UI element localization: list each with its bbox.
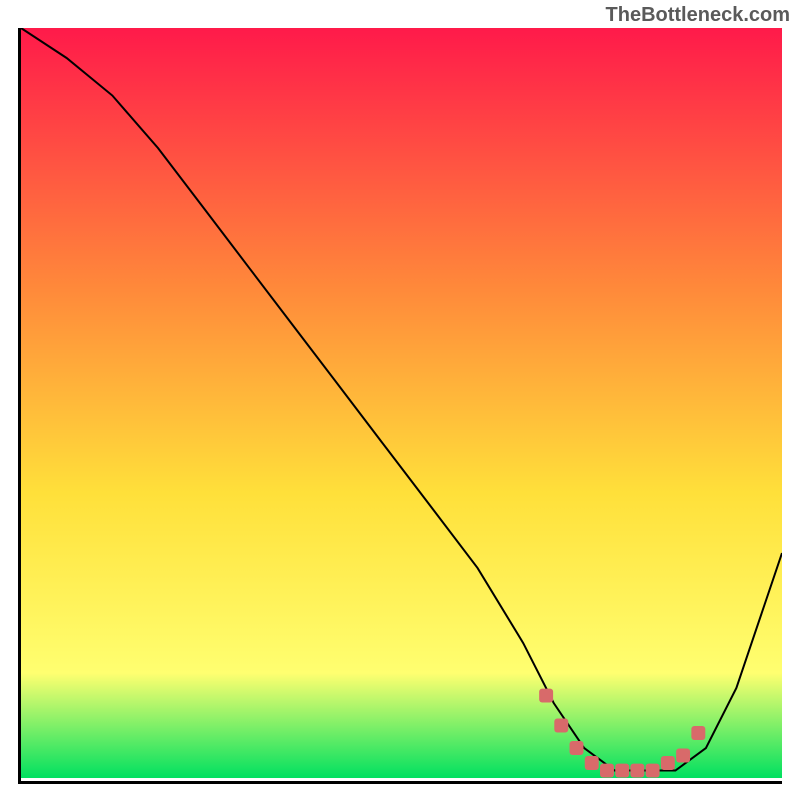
marker-point	[539, 689, 553, 703]
chart-container: TheBottleneck.com	[0, 0, 800, 800]
marker-point	[691, 726, 705, 740]
marker-point	[646, 764, 660, 778]
marker-point	[585, 756, 599, 770]
marker-point	[600, 764, 614, 778]
watermark-label: TheBottleneck.com	[606, 4, 790, 27]
chart-svg	[21, 28, 782, 781]
marker-point	[554, 719, 568, 733]
marker-point	[676, 749, 690, 763]
gradient-background	[21, 28, 782, 778]
chart-plot-area	[18, 28, 782, 784]
marker-point	[661, 756, 675, 770]
marker-point	[630, 764, 644, 778]
marker-point	[615, 764, 629, 778]
marker-point	[570, 741, 584, 755]
